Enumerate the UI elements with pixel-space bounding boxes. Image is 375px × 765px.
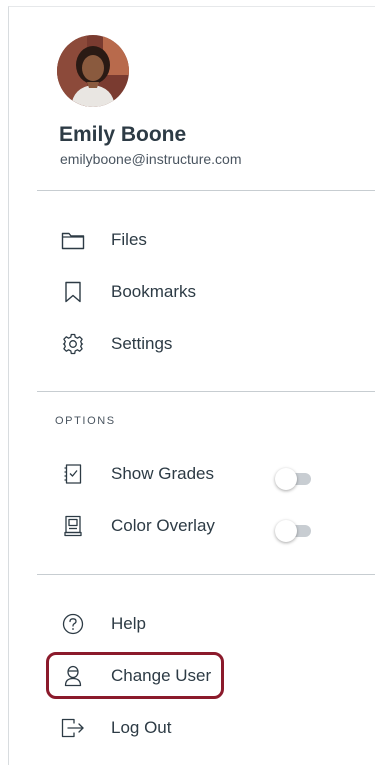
option-label: Color Overlay bbox=[111, 516, 215, 535]
menu-item-log-out[interactable]: Log Out bbox=[49, 706, 369, 750]
help-icon bbox=[59, 610, 87, 638]
divider bbox=[37, 574, 375, 575]
grades-icon bbox=[59, 460, 87, 488]
color-overlay-toggle[interactable] bbox=[275, 520, 311, 542]
menu-item-change-user[interactable]: Change User bbox=[49, 654, 369, 698]
avatar[interactable] bbox=[57, 35, 129, 107]
menu-item-label: Help bbox=[111, 614, 146, 633]
menu-item-label: Change User bbox=[111, 666, 212, 685]
menu-item-bookmarks[interactable]: Bookmarks bbox=[49, 270, 369, 314]
options-heading: OPTIONS bbox=[55, 415, 116, 427]
divider bbox=[37, 391, 375, 392]
menu-item-help[interactable]: Help bbox=[49, 602, 369, 646]
option-label: Show Grades bbox=[111, 464, 214, 483]
logout-icon bbox=[59, 714, 87, 742]
user-menu-drawer: Emily Boone emilyboone@instructure.com F… bbox=[8, 6, 375, 765]
menu-item-label: Log Out bbox=[111, 718, 172, 737]
show-grades-toggle[interactable] bbox=[275, 468, 311, 490]
change-user-icon bbox=[59, 662, 87, 690]
user-avatar-photo-icon bbox=[57, 35, 129, 107]
menu-item-label: Settings bbox=[111, 334, 173, 353]
user-email: emilyboone@instructure.com bbox=[60, 151, 242, 167]
toggle-knob bbox=[275, 520, 297, 542]
color-overlay-icon bbox=[59, 512, 87, 540]
option-show-grades: Show Grades bbox=[49, 452, 369, 496]
menu-item-files[interactable]: Files bbox=[49, 218, 369, 262]
menu-item-label: Files bbox=[111, 230, 147, 249]
option-color-overlay: Color Overlay bbox=[49, 504, 369, 548]
user-name: Emily Boone bbox=[59, 123, 187, 146]
menu-item-settings[interactable]: Settings bbox=[49, 322, 369, 366]
bookmark-icon bbox=[59, 278, 87, 306]
divider bbox=[37, 190, 375, 191]
gear-icon bbox=[59, 330, 87, 358]
menu-item-label: Bookmarks bbox=[111, 282, 197, 301]
toggle-knob bbox=[275, 468, 297, 490]
folder-icon bbox=[59, 226, 87, 254]
